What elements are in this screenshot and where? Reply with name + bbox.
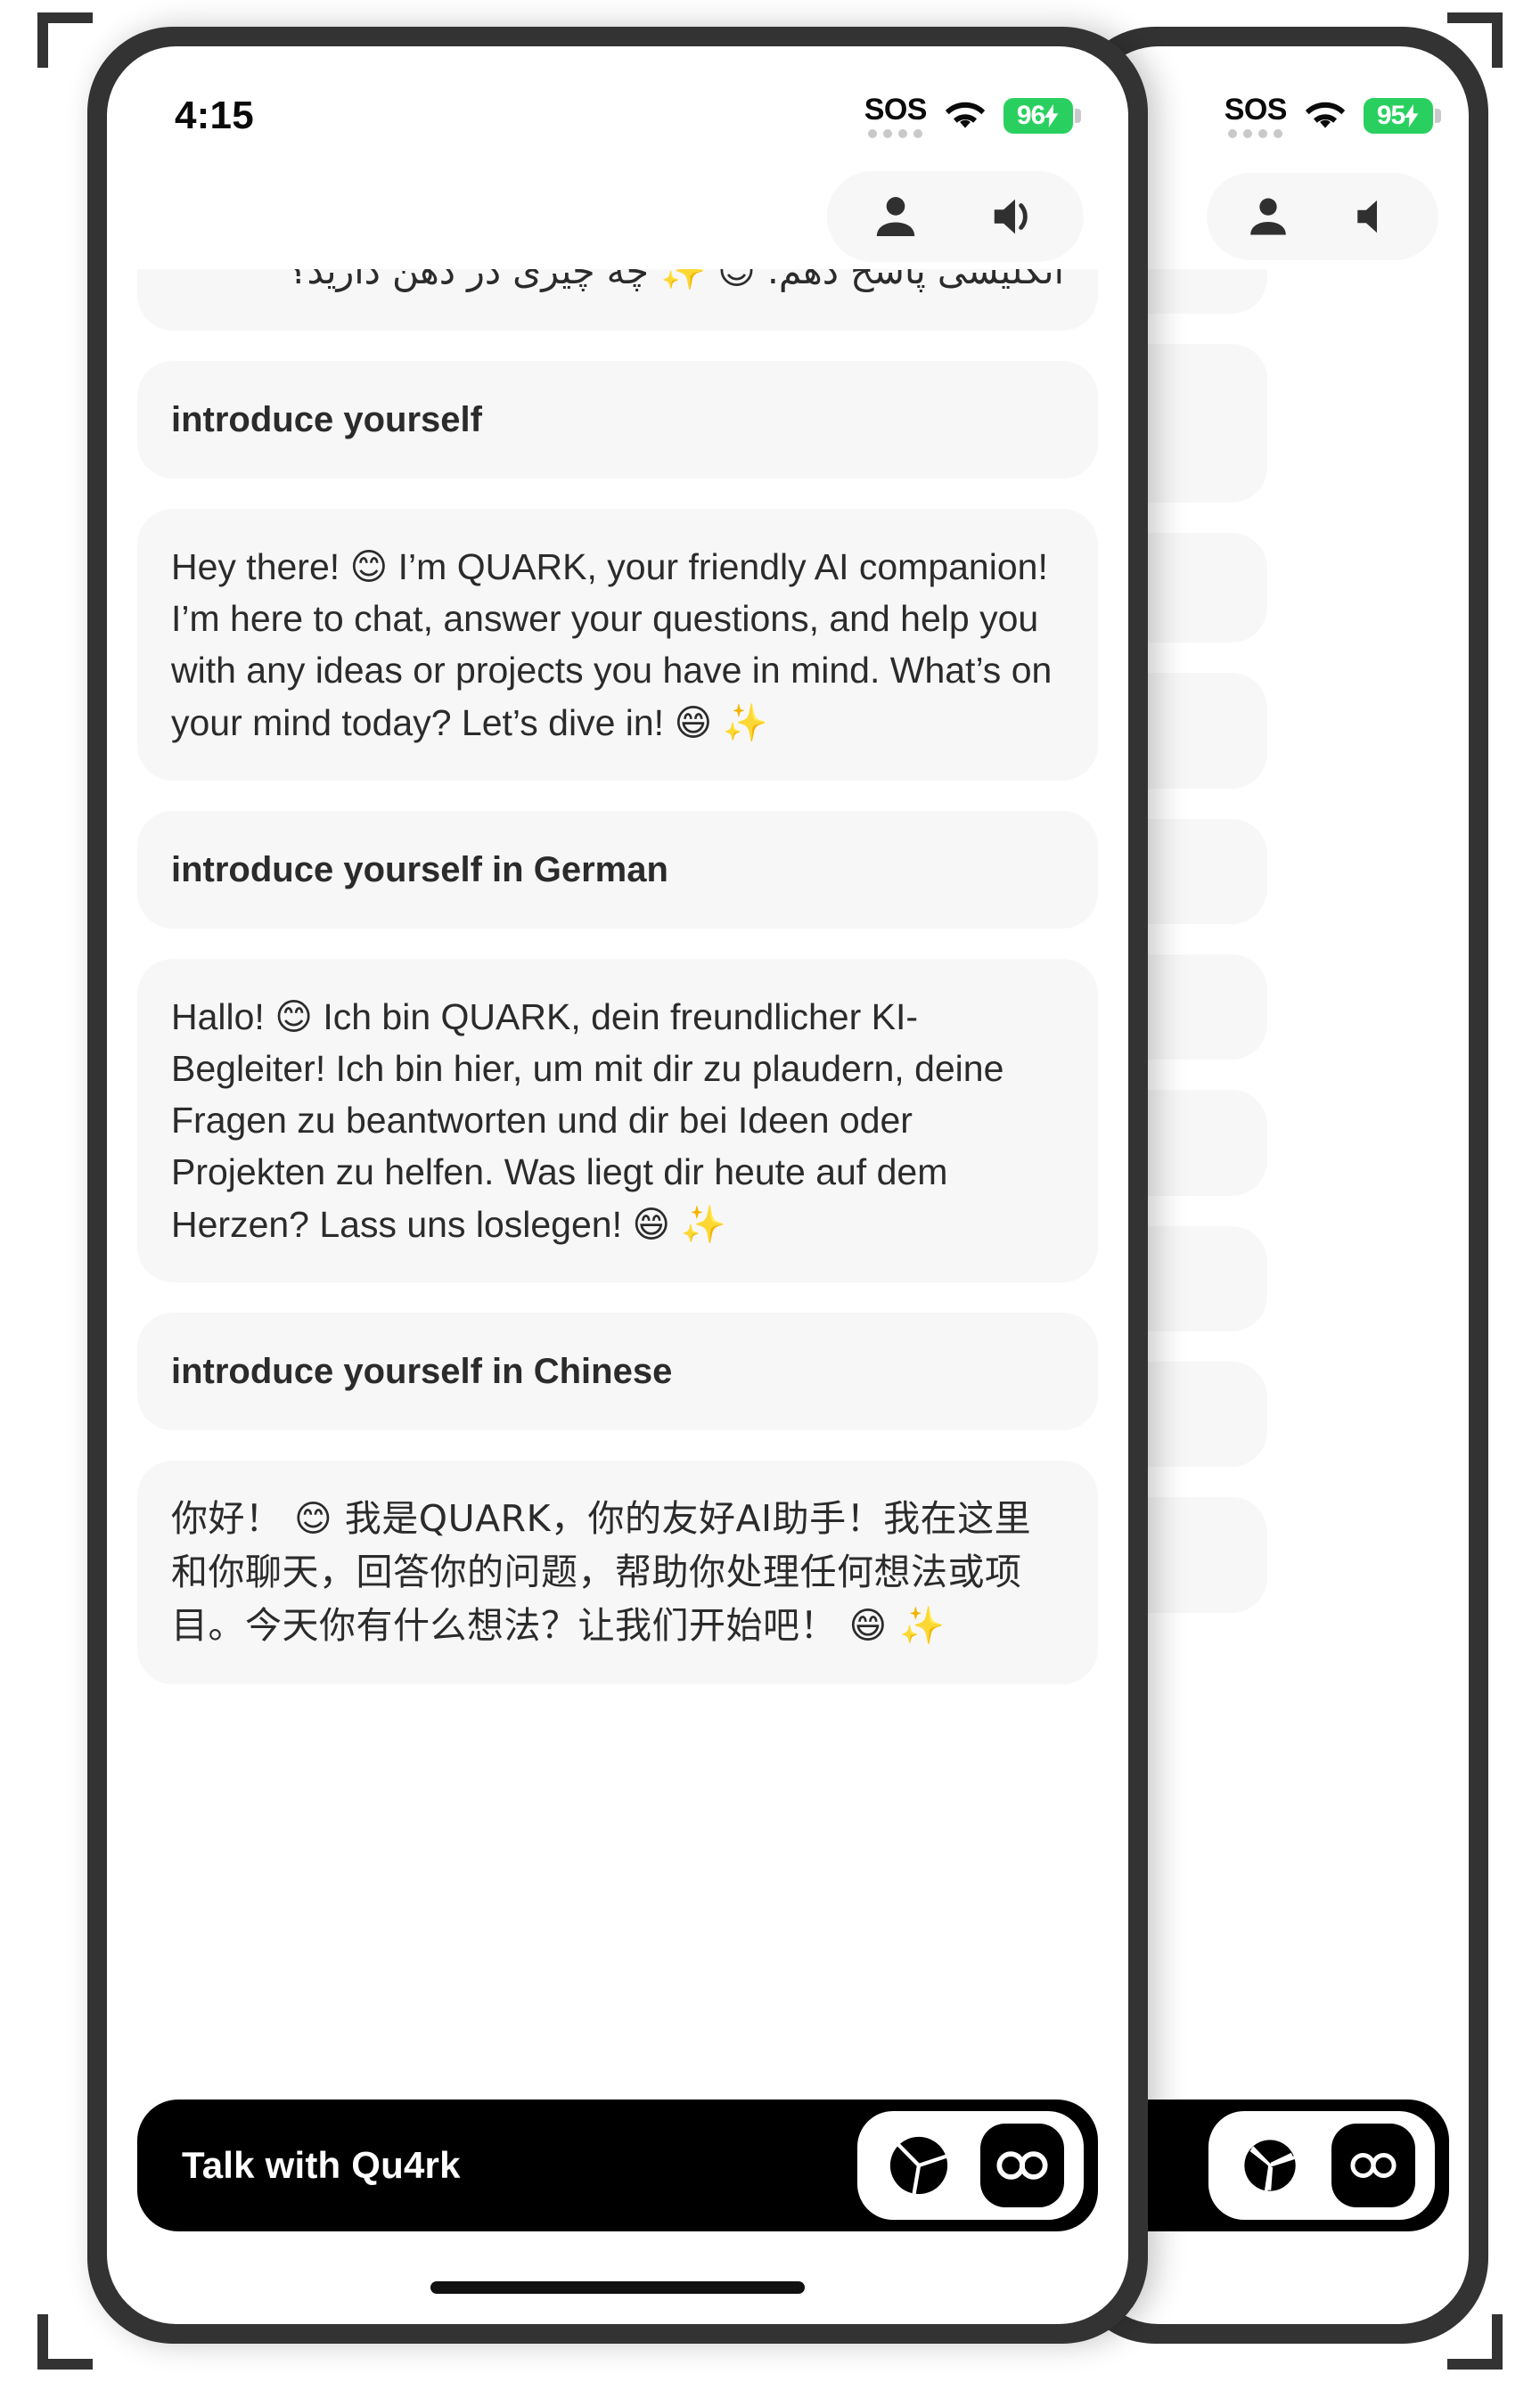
- frame-corner-top-right: [1447, 12, 1503, 68]
- chat-bubble-text: introduce yourself in German: [171, 849, 668, 889]
- primary-phone-screen: 4:15 SOS 96 انگلیسی پاسخ دهم. 😊 ✨ چه چیز…: [107, 46, 1128, 2324]
- chat-bubble-text: 你好！ 😊 我是QUARK，你的友好AI助手！我在这里和你聊天，回答你的问题，帮…: [171, 1496, 1032, 1647]
- status-time: 4:15: [175, 94, 254, 137]
- chat-bubble-text: introduce yourself in Chinese: [171, 1351, 673, 1391]
- chat-bubble-text: introduce yourself: [171, 399, 482, 439]
- secondary-status-indicators: SOS 95: [1224, 92, 1441, 138]
- chat-bubble-assistant: 你好！ 😊 我是QUARK，你的友好AI助手！我在这里和你聊天，回答你的问题，帮…: [137, 1460, 1098, 1685]
- camera-aperture-icon[interactable]: [1228, 2124, 1312, 2207]
- composer-actions: [857, 2111, 1084, 2220]
- chat-bubble-user: introduce yourself: [137, 360, 1098, 479]
- status-bar: 4:15 SOS 96: [107, 46, 1128, 164]
- status-indicators: SOS 96: [864, 92, 1081, 138]
- wifi-icon: [945, 102, 986, 128]
- chat-bubble-text: Hey there! 😊 I’m QUARK, your friendly AI…: [171, 545, 1053, 743]
- secondary-composer-actions: [1208, 2111, 1435, 2220]
- composer-bar[interactable]: Talk with Qu4rk: [137, 2100, 1098, 2231]
- chat-bubble-text: Hallo! 😊 Ich bin QUARK, dein freundliche…: [171, 995, 1004, 1245]
- sos-icon: SOS: [1224, 92, 1288, 138]
- frame-corner-top-left: [37, 12, 93, 68]
- signal-dots-icon: [1228, 128, 1283, 138]
- wifi-icon: [1305, 102, 1346, 128]
- sos-label: SOS: [1224, 92, 1288, 127]
- battery-icon: 95: [1364, 98, 1441, 134]
- person-icon[interactable]: [868, 189, 923, 244]
- chat-bubble-text: می‌توانم به شما کمک کنم یا سوالات شما را…: [287, 269, 1064, 293]
- chat-bubble-assistant: Hallo! 😊 Ich bin QUARK, dein freundliche…: [137, 958, 1098, 1282]
- chat-list[interactable]: می‌توانم به شما کمک کنم یا سوالات شما را…: [107, 269, 1128, 2324]
- home-indicator[interactable]: [430, 2281, 805, 2294]
- frame-corner-bottom-left: [37, 2314, 93, 2370]
- sos-label: SOS: [864, 92, 928, 127]
- charging-bolt-icon: [1405, 104, 1419, 127]
- signal-dots-icon: [868, 128, 923, 138]
- battery-percent: 96: [1016, 101, 1045, 130]
- speaker-muted-icon[interactable]: [1351, 191, 1403, 242]
- charging-bolt-icon: [1044, 104, 1059, 127]
- infinity-voice-icon[interactable]: [980, 2124, 1064, 2207]
- composer-placeholder: Talk with Qu4rk: [182, 2144, 461, 2186]
- chat-bubble-user: introduce yourself in Chinese: [137, 1312, 1098, 1430]
- infinity-voice-icon[interactable]: [1331, 2124, 1415, 2207]
- sos-icon: SOS: [864, 92, 928, 138]
- battery-icon: 96: [1003, 98, 1081, 134]
- person-icon[interactable]: [1242, 191, 1294, 242]
- app-bar: [107, 164, 1128, 269]
- camera-aperture-icon[interactable]: [877, 2124, 961, 2207]
- chat-bubble-assistant: Hey there! 😊 I’m QUARK, your friendly AI…: [137, 508, 1098, 781]
- frame-corner-bottom-right: [1447, 2314, 1503, 2370]
- speaker-on-icon[interactable]: [987, 189, 1043, 244]
- screen-recording-scene: SOS 95 4:15 SOS 96 انگلیسی پاسخ دهم. 😊 ✨…: [0, 0, 1540, 2382]
- secondary-app-bar-pill: [1207, 173, 1438, 260]
- chat-bubble-user: introduce yourself in German: [137, 810, 1098, 929]
- primary-phone-window[interactable]: 4:15 SOS 96 انگلیسی پاسخ دهم. 😊 ✨ چه چیز…: [87, 27, 1148, 2344]
- app-bar-pill: [827, 171, 1084, 262]
- battery-percent: 95: [1376, 101, 1405, 130]
- chat-bubble-assistant: می‌توانم به شما کمک کنم یا سوالات شما را…: [137, 269, 1098, 331]
